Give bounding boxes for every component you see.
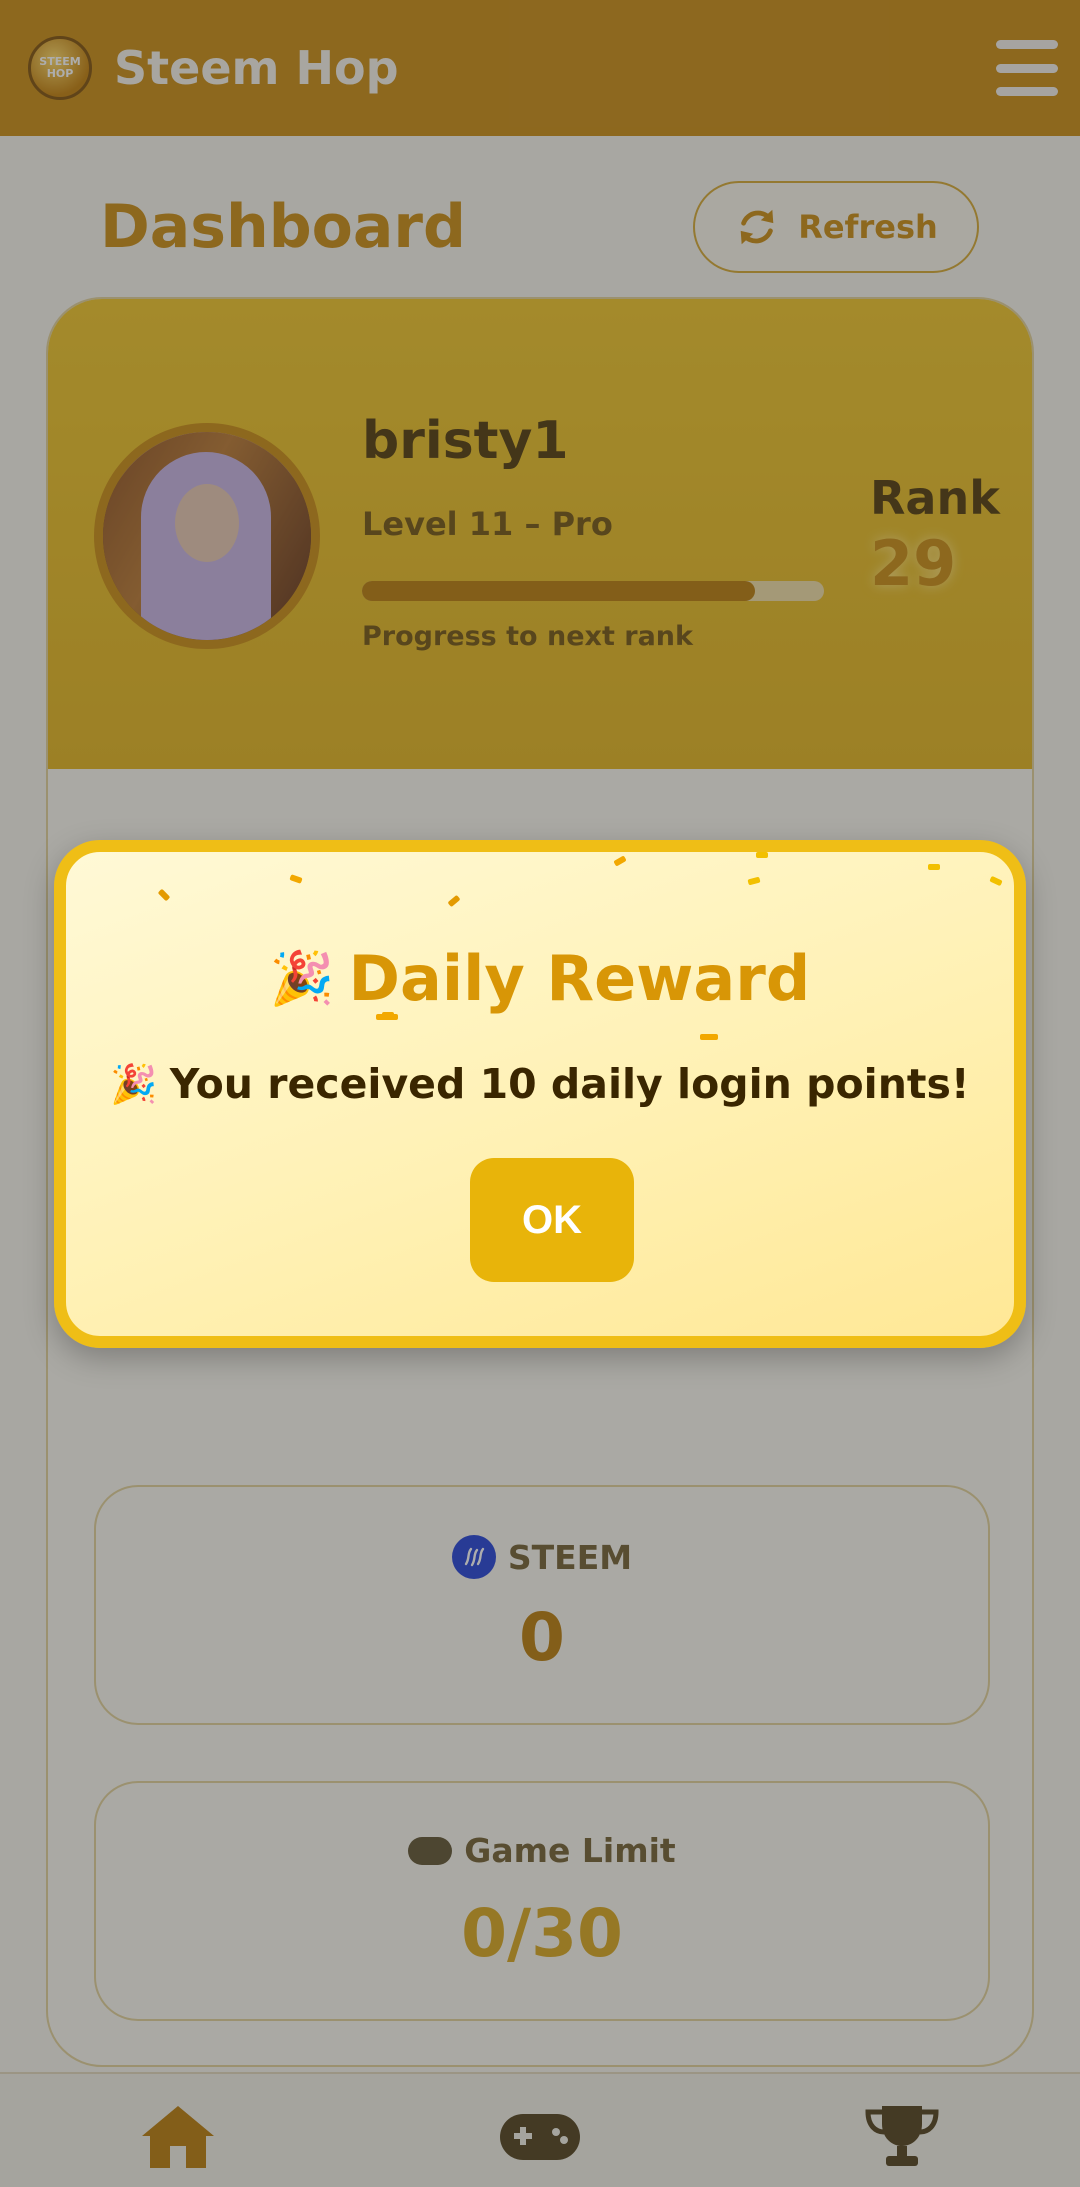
ok-button[interactable]: OK [470,1158,634,1282]
daily-reward-modal: 🎉 Daily Reward 🎉 You received 10 daily l… [54,840,1026,1348]
party-popper-icon: 🎉 [110,1061,158,1106]
modal-title: Daily Reward [348,942,811,1015]
modal-message: You received 10 daily login points! [169,1060,970,1108]
party-popper-icon: 🎉 [269,949,335,1009]
